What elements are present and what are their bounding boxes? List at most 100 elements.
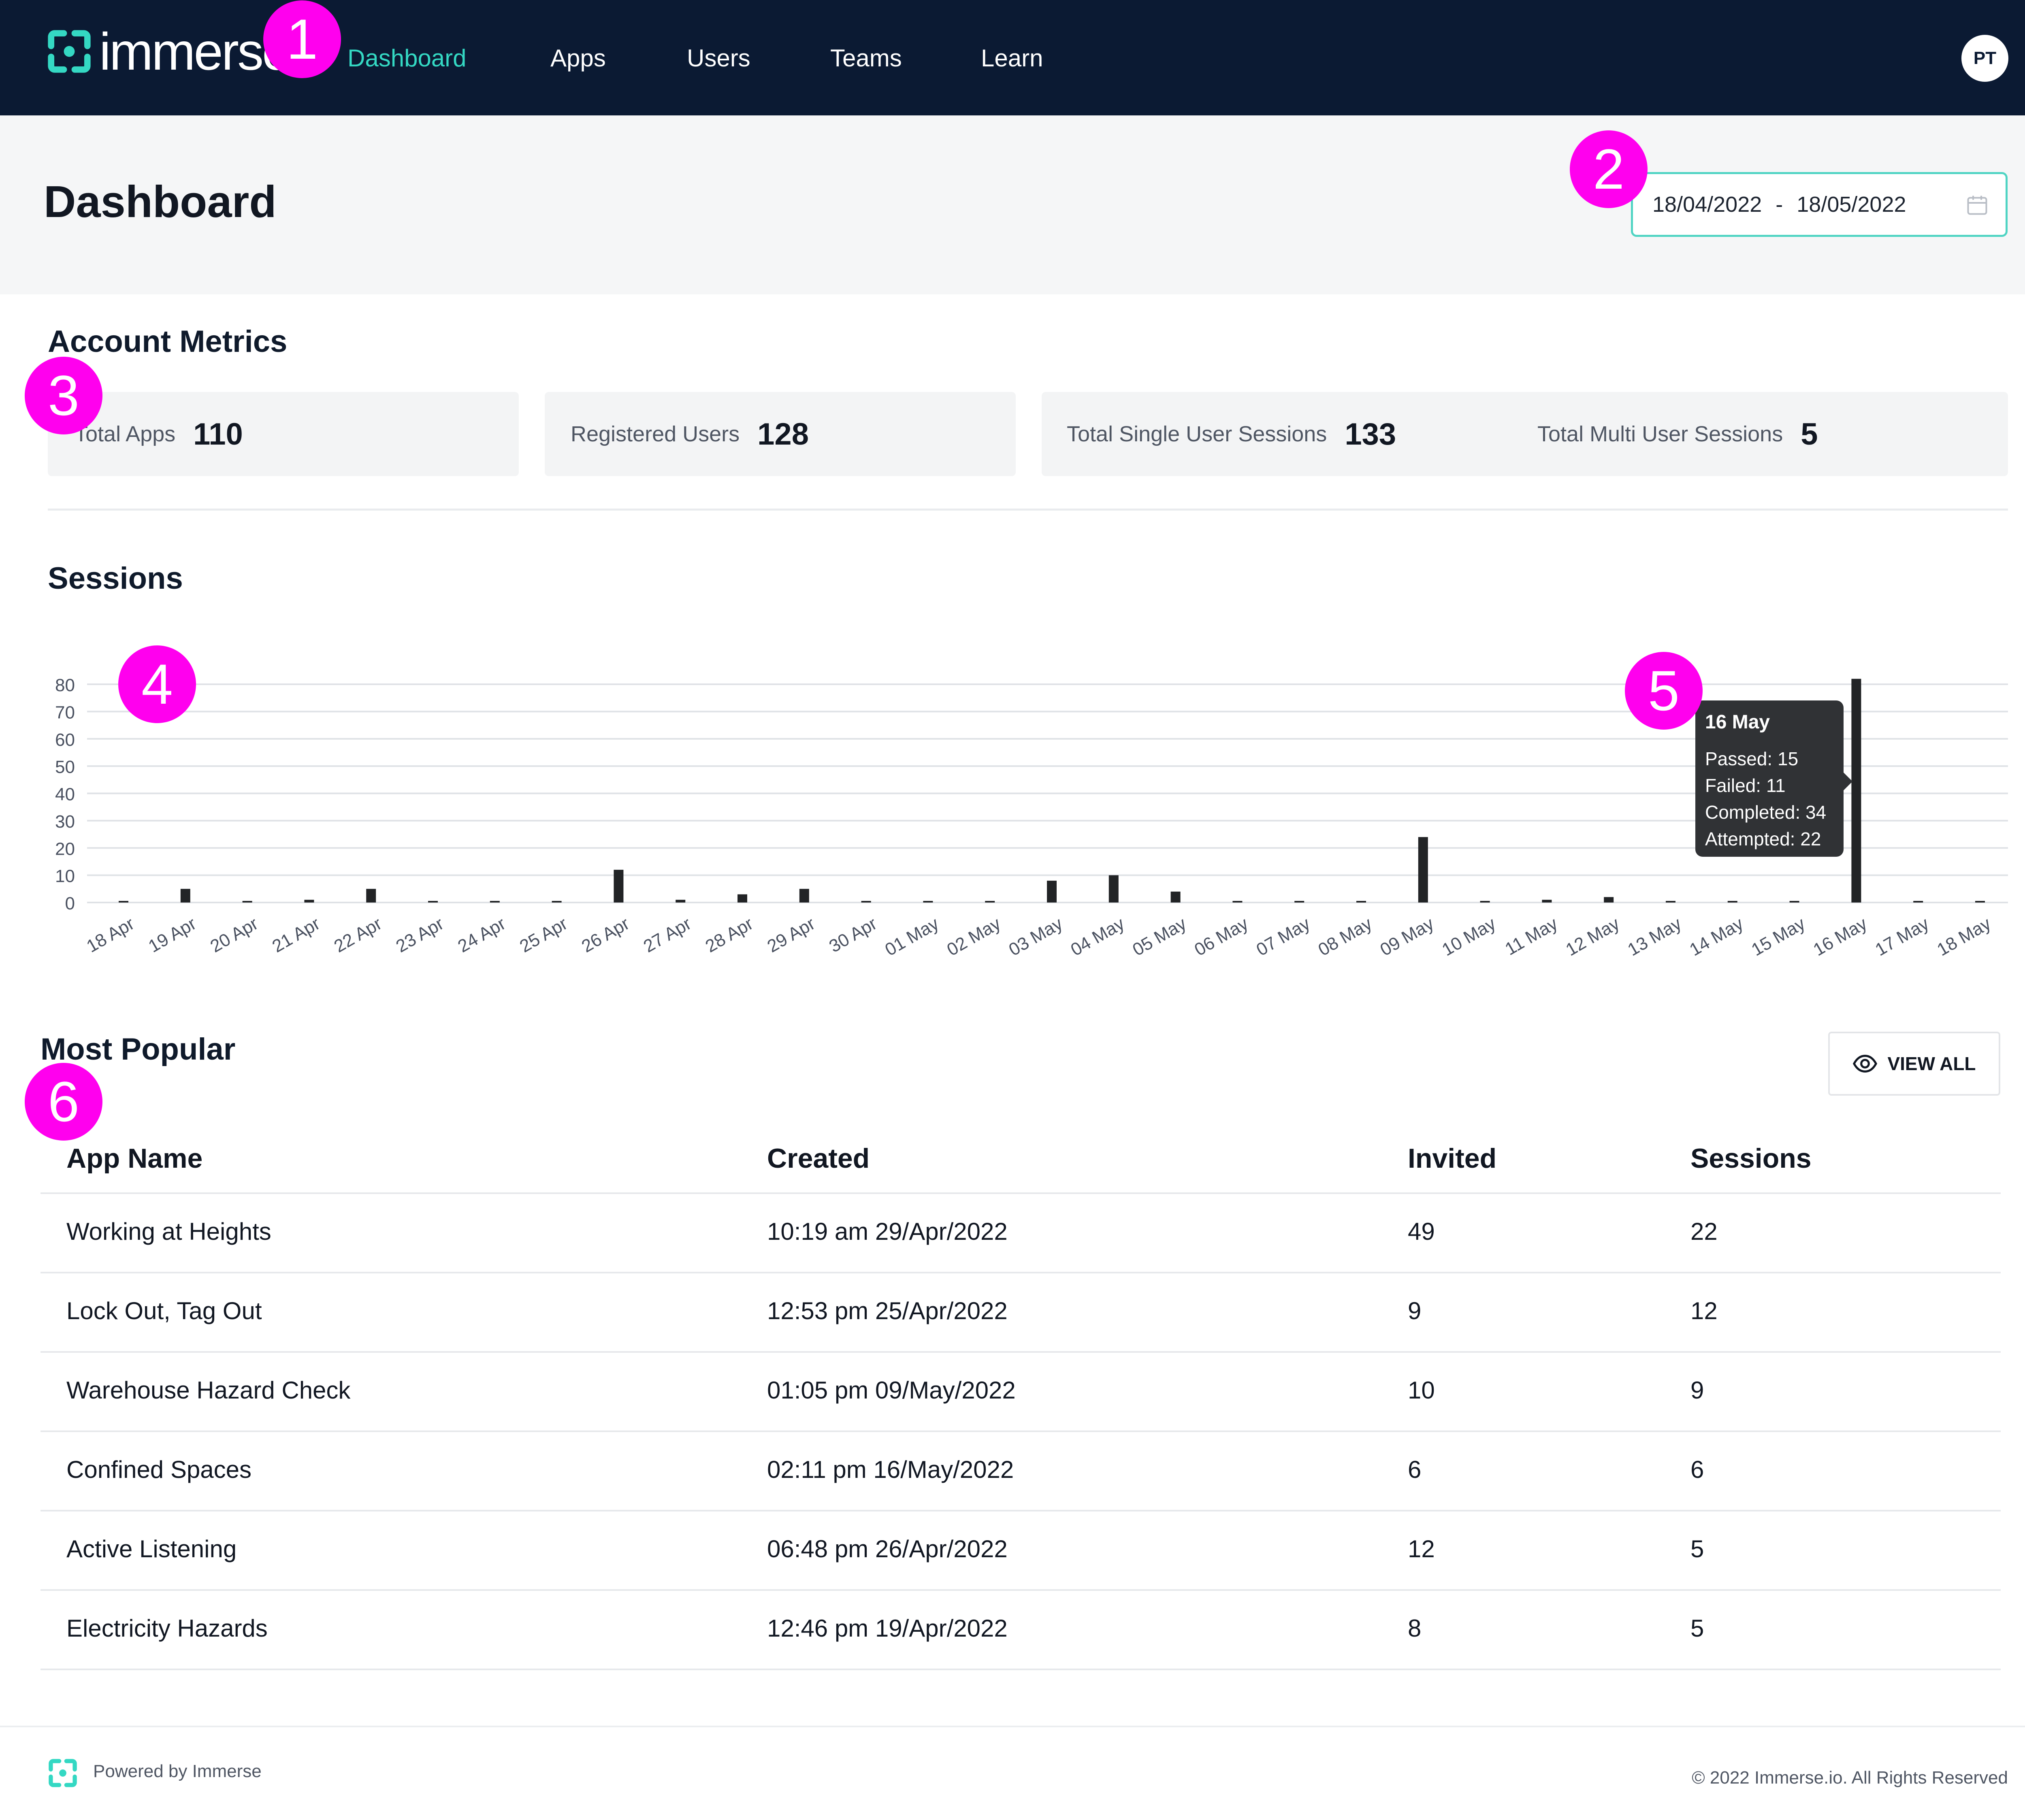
registered-users-label: Registered Users <box>571 422 740 446</box>
chart-bar[interactable] <box>1975 901 1985 903</box>
tooltip-arrow <box>1844 773 1852 790</box>
chart-bar[interactable] <box>1604 897 1614 903</box>
cell-sessions: 22 <box>1690 1218 1718 1245</box>
nav-dashboard[interactable]: Dashboard <box>347 43 467 74</box>
chart-bar[interactable] <box>1170 892 1181 903</box>
date-range-picker[interactable]: 18/04/2022 - 18/05/2022 <box>1631 172 2008 237</box>
chart-bar[interactable] <box>923 901 933 903</box>
chart-bar[interactable] <box>799 889 809 903</box>
cell-sessions: 5 <box>1690 1535 1704 1562</box>
user-avatar[interactable]: PT <box>1961 35 2008 82</box>
immerse-logo[interactable]: immerse <box>47 25 291 78</box>
chart-bar[interactable] <box>1047 881 1057 903</box>
chart-bar[interactable] <box>614 870 624 903</box>
chart-bar[interactable] <box>1542 900 1552 903</box>
chart-bar[interactable] <box>1851 679 1861 903</box>
x-tick-label: 21 Apr <box>269 913 324 956</box>
nav-learn[interactable]: Learn <box>981 43 1043 74</box>
cell-app-name[interactable]: Warehouse Hazard Check <box>66 1376 350 1404</box>
nav-apps[interactable]: Apps <box>550 43 606 74</box>
y-tick-label: 30 <box>55 812 75 832</box>
chart-bar[interactable] <box>304 900 314 903</box>
chart-bar[interactable] <box>1789 901 1799 903</box>
x-tick-label: 07 May <box>1253 913 1313 960</box>
chart-bar[interactable] <box>1727 901 1737 903</box>
chart-bar[interactable] <box>119 901 128 903</box>
x-tick-label: 16 May <box>1810 913 1870 960</box>
chart-bar[interactable] <box>366 889 376 903</box>
annotation-marker-2: 2 <box>1570 130 1648 208</box>
tooltip-completed: Completed: 34 <box>1705 802 1827 823</box>
chart-bar[interactable] <box>1232 901 1243 903</box>
nav-users[interactable]: Users <box>687 43 750 74</box>
chart-bar[interactable] <box>1294 901 1305 903</box>
x-tick-label: 30 Apr <box>826 913 880 956</box>
chart-bar[interactable] <box>1108 875 1119 903</box>
column-header-created[interactable]: Created <box>767 1143 870 1174</box>
calendar-icon[interactable] <box>1965 193 1989 217</box>
row-divider <box>40 1510 2001 1511</box>
cell-app-name[interactable]: Electricity Hazards <box>66 1614 268 1642</box>
footer-divider <box>0 1726 2025 1727</box>
immerse-logo-icon <box>48 30 91 73</box>
date-separator: - <box>1776 192 1783 217</box>
powered-by-text: Powered by Immerse <box>93 1761 262 1781</box>
chart-bar[interactable] <box>985 901 995 903</box>
x-tick-label: 24 Apr <box>454 913 509 956</box>
chart-bar[interactable] <box>861 901 871 903</box>
x-tick-label: 09 May <box>1377 913 1437 960</box>
chart-bar[interactable] <box>242 901 252 903</box>
cell-created: 01:05 pm 09/May/2022 <box>767 1377 1016 1404</box>
date-end: 18/05/2022 <box>1797 192 1906 217</box>
cell-app-name[interactable]: Working at Heights <box>66 1218 271 1245</box>
annotation-marker-6: 6 <box>25 1063 102 1141</box>
row-divider <box>40 1669 2001 1670</box>
chart-bar[interactable] <box>180 889 190 903</box>
chart-bar[interactable] <box>428 901 438 903</box>
chart-bar[interactable] <box>552 901 562 903</box>
x-tick-label: 18 May <box>1934 913 1994 960</box>
cell-created: 10:19 am 29/Apr/2022 <box>767 1218 1008 1245</box>
nav-teams[interactable]: Teams <box>830 43 902 74</box>
immerse-footer-logo-icon <box>49 1759 77 1787</box>
cell-invited: 10 <box>1408 1377 1435 1404</box>
y-tick-label: 80 <box>55 675 75 695</box>
x-tick-label: 01 May <box>882 913 942 960</box>
cell-app-name[interactable]: Active Listening <box>66 1535 237 1563</box>
chart-bar[interactable] <box>738 894 747 903</box>
row-divider <box>40 1589 2001 1591</box>
chart-bar[interactable] <box>1480 901 1490 903</box>
x-tick-label: 26 Apr <box>578 913 633 956</box>
x-tick-label: 28 Apr <box>702 913 757 956</box>
column-header-invited[interactable]: Invited <box>1408 1143 1496 1174</box>
cell-app-name[interactable]: Confined Spaces <box>66 1456 252 1484</box>
copyright-text: © 2022 Immerse.io. All Rights Reserved <box>1692 1768 2008 1788</box>
metric-card-total-apps: Total Apps 110 <box>48 392 519 476</box>
view-all-button[interactable]: VIEW ALL <box>1828 1032 2000 1096</box>
chart-bar[interactable] <box>490 901 500 903</box>
column-header-sessions[interactable]: Sessions <box>1690 1143 1812 1174</box>
column-header-app-name[interactable]: App Name <box>66 1143 202 1174</box>
chart-bar[interactable] <box>1418 837 1428 903</box>
y-tick-label: 20 <box>55 839 75 859</box>
chart-bar[interactable] <box>1913 901 1923 903</box>
cell-created: 12:53 pm 25/Apr/2022 <box>767 1297 1008 1324</box>
annotation-marker-4: 4 <box>118 645 196 723</box>
date-start: 18/04/2022 <box>1652 192 1762 217</box>
x-tick-label: 11 May <box>1502 913 1561 959</box>
page-title: Dashboard <box>44 177 277 227</box>
cell-app-name[interactable]: Lock Out, Tag Out <box>66 1297 262 1325</box>
tooltip-attempted: Attempted: 22 <box>1705 828 1821 849</box>
cell-invited: 9 <box>1408 1297 1422 1324</box>
x-tick-label: 02 May <box>944 913 1004 960</box>
y-tick-label: 70 <box>55 702 75 722</box>
cell-invited: 12 <box>1408 1535 1435 1562</box>
table-header-divider <box>40 1192 2001 1194</box>
x-tick-label: 04 May <box>1067 913 1128 960</box>
annotation-marker-1: 1 <box>263 0 341 78</box>
chart-bar[interactable] <box>676 900 686 903</box>
chart-bar[interactable] <box>1356 901 1366 903</box>
most-popular-title: Most Popular <box>40 1032 236 1066</box>
row-divider <box>40 1272 2001 1273</box>
chart-bar[interactable] <box>1666 901 1675 903</box>
